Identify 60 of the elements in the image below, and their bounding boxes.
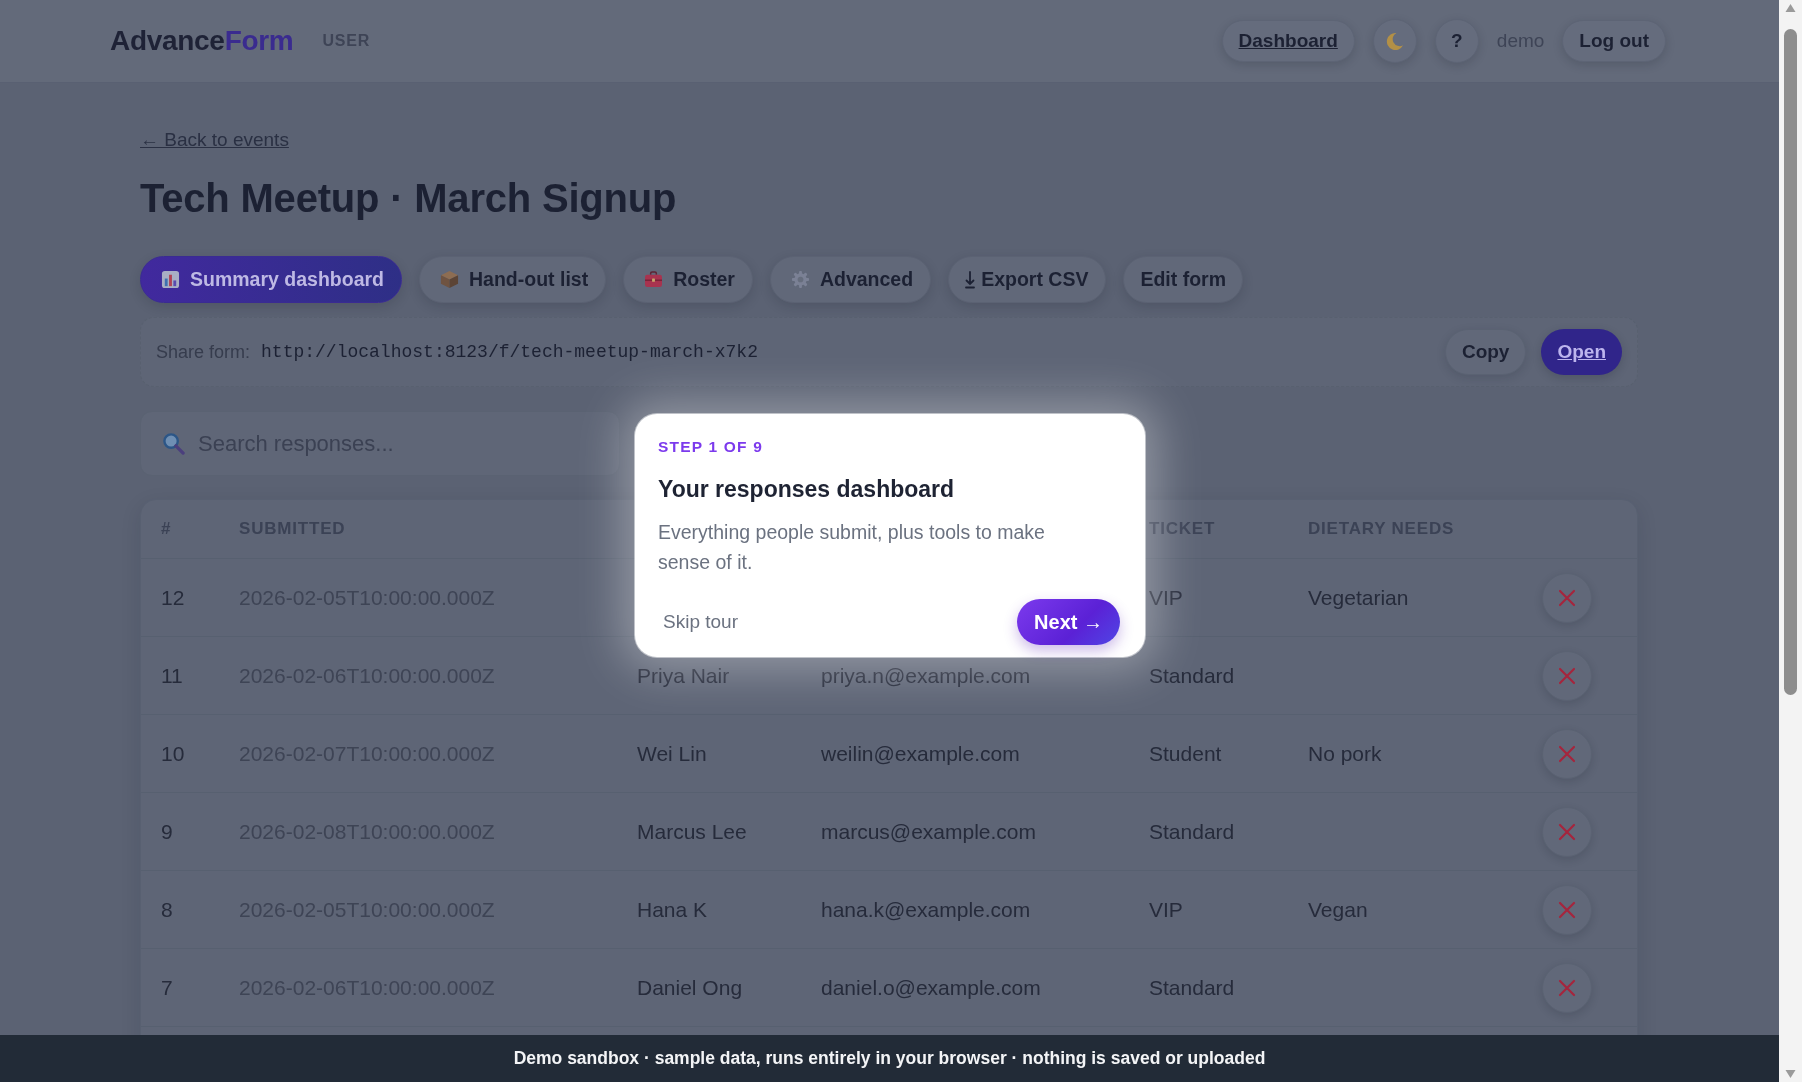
tab[interactable]: Advanced <box>769 256 932 303</box>
table-cell: 7 <box>161 975 173 1000</box>
tab[interactable]: Hand-out list <box>419 256 607 303</box>
share-url: http://localhost:8123/f/tech-meetup-march-x7k2 <box>261 342 758 362</box>
skip-button[interactable]: Skip tour <box>657 605 744 639</box>
table-cell: Marcus Lee <box>637 819 747 844</box>
tour-title: Your responses dashboard <box>658 476 956 503</box>
app-logo: AdvanceForm <box>110 25 294 57</box>
page-title: Tech Meetup · March Signup <box>140 175 678 222</box>
table-cell: Standard <box>1149 663 1235 688</box>
table-cell: 11 <box>161 663 183 688</box>
table-cell: VIP <box>1149 585 1183 610</box>
table-cell: Wei Lin <box>637 741 707 766</box>
cross-icon <box>1558 978 1576 997</box>
table-cell: 8 <box>161 897 173 922</box>
cross-icon <box>1558 822 1576 841</box>
demo-banner: Demo sandbox · sample data, runs entirely in your browser · nothing is saved or uploaded <box>0 1035 1779 1082</box>
help-button[interactable]: ? <box>1434 19 1479 63</box>
table-cell: VIP <box>1149 897 1183 922</box>
scrollbar-thumb[interactable] <box>1784 29 1797 695</box>
table-cell: Vegetarian <box>1308 585 1409 610</box>
step-label: STEP 1 OF 9 <box>658 438 765 456</box>
gear-icon <box>790 270 810 289</box>
scroll-down-icon[interactable] <box>1785 1070 1796 1078</box>
tab[interactable]: Summary dashboard <box>140 256 402 303</box>
cross-icon <box>1558 744 1576 763</box>
tour-text: Everything people submit, plus tools to make sense of it. <box>658 520 1046 575</box>
cross-icon <box>1558 588 1576 607</box>
table-cell: marcus@example.com <box>821 819 1037 844</box>
package-icon <box>440 270 459 289</box>
column-header: # <box>161 518 172 540</box>
bar-chart-icon <box>161 270 180 289</box>
dashboard-link[interactable]: Dashboard <box>1221 20 1355 62</box>
table-cell: No pork <box>1308 741 1382 766</box>
table-cell: Vegan <box>1308 897 1368 922</box>
table-cell: weilin@example.com <box>821 741 1020 766</box>
cross-icon <box>1558 900 1576 919</box>
table-cell: Student <box>1149 741 1222 766</box>
table-cell: 10 <box>161 741 185 766</box>
table-cell: 12 <box>161 585 185 610</box>
moon-icon <box>1385 31 1405 51</box>
table-cell: 9 <box>161 819 173 844</box>
logout-button[interactable]: Log out <box>1562 20 1666 62</box>
table-cell: Standard <box>1149 819 1235 844</box>
tab[interactable]: Edit form <box>1123 256 1243 303</box>
search-icon <box>162 432 185 455</box>
next-button[interactable]: Next → <box>1017 599 1120 645</box>
download-icon <box>965 270 976 289</box>
briefcase-icon <box>644 271 664 288</box>
table-cell: Daniel Ong <box>637 975 743 1000</box>
table-cell: daniel.o@example.com <box>821 975 1041 1000</box>
tab[interactable]: Roster <box>623 256 753 303</box>
copy-button[interactable]: Copy <box>1444 329 1527 375</box>
cross-icon <box>1558 666 1576 685</box>
table-cell: Standard <box>1149 975 1235 1000</box>
table-cell: Hana K <box>637 897 708 922</box>
tab[interactable]: Export CSV <box>948 256 1107 303</box>
open-button[interactable]: Open <box>1541 329 1622 375</box>
table-cell: hana.k@example.com <box>821 897 1031 922</box>
scroll-up-icon[interactable] <box>1785 4 1796 12</box>
